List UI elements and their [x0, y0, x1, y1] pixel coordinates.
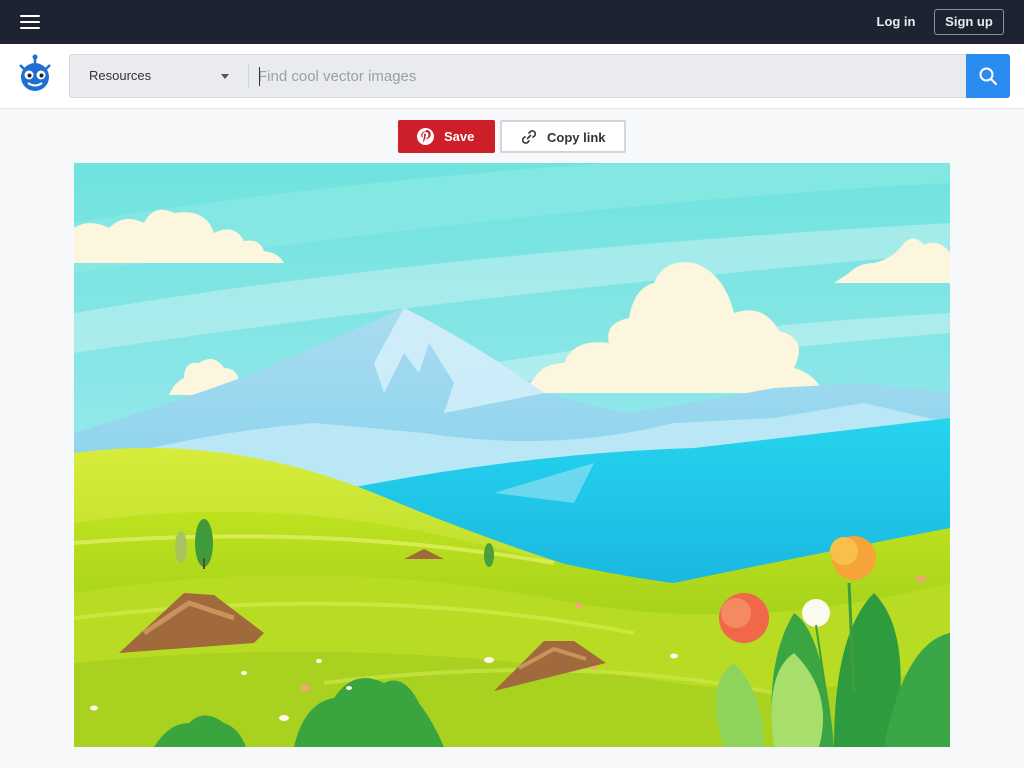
pinterest-icon — [417, 128, 434, 145]
landscape-illustration — [74, 163, 950, 747]
signup-button[interactable]: Sign up — [934, 9, 1004, 35]
copy-link-button[interactable]: Copy link — [500, 120, 626, 153]
save-button-label: Save — [444, 129, 475, 144]
search-bar-row: Resources — [0, 44, 1024, 109]
resources-dropdown-label: Resources — [89, 68, 152, 83]
login-link[interactable]: Log in — [868, 12, 924, 32]
hamburger-menu-icon[interactable] — [16, 10, 44, 34]
link-icon — [521, 130, 537, 144]
top-bar: Log in Sign up — [0, 0, 1024, 44]
site-logo-icon[interactable] — [13, 53, 57, 97]
copy-link-label: Copy link — [547, 130, 606, 145]
search-input[interactable] — [258, 61, 958, 91]
pinterest-save-button[interactable]: Save — [398, 120, 495, 153]
caret-down-icon — [221, 74, 229, 79]
resources-dropdown[interactable]: Resources — [70, 55, 250, 97]
search-divider — [248, 64, 249, 88]
search-button[interactable] — [966, 54, 1010, 98]
magnifier-icon — [979, 67, 998, 86]
text-cursor — [259, 67, 260, 86]
search-box: Resources — [69, 54, 966, 98]
